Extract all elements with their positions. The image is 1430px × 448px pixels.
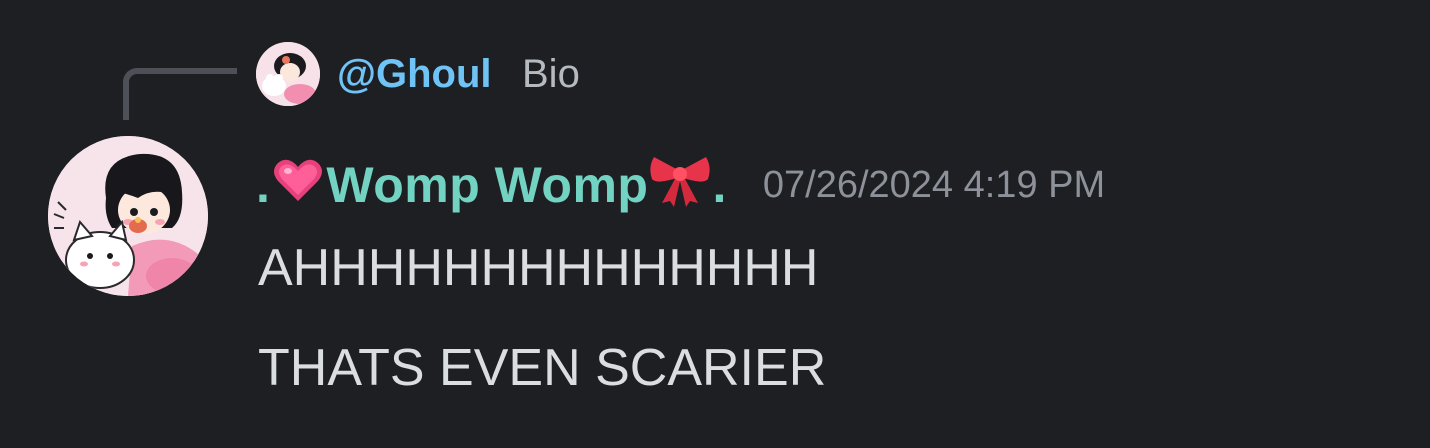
author-name-prefix: .	[256, 157, 271, 213]
chat-message: @Ghoul Bio . Womp Womp . 07/26/2024 4:19…	[0, 0, 1430, 448]
reply-connector	[123, 68, 237, 120]
reply-content-preview[interactable]: Bio	[522, 48, 580, 100]
avatar-icon	[256, 42, 320, 106]
author-display-name: Womp Womp	[326, 157, 649, 213]
author-name[interactable]: . Womp Womp .	[256, 149, 727, 221]
message-line: AHHHHHHHHHHHHHH	[258, 239, 819, 297]
author-avatar[interactable]	[48, 136, 208, 296]
reply-username[interactable]: @Ghoul	[337, 48, 492, 100]
message-header: . Womp Womp . 07/26/2024 4:19 PM	[256, 150, 1105, 220]
author-name-suffix: .	[712, 157, 727, 213]
sparkling-heart-icon	[270, 151, 326, 219]
message-timestamp[interactable]: 07/26/2024 4:19 PM	[763, 160, 1105, 210]
ribbon-icon	[648, 149, 712, 221]
reply-avatar[interactable]	[256, 42, 320, 106]
message-line: THATS EVEN SCARIER	[258, 339, 827, 397]
avatar-icon	[48, 136, 208, 296]
